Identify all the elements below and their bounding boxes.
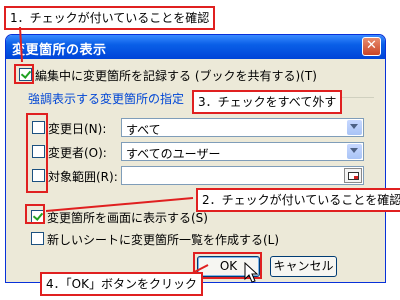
new-sheet-label[interactable]: 新しいシートに変更箇所一覧を作成する(L) [47, 231, 279, 248]
who-select-value: すべてのユーザー [126, 147, 221, 161]
chevron-down-icon[interactable] [347, 144, 362, 159]
change-tracking-dialog: 変更箇所の表示 ✕ 編集中に変更箇所を記録する (ブックを共有する)(T) 強調… [5, 34, 386, 283]
close-icon: ✕ [366, 38, 377, 53]
dialog-title: 変更箇所の表示 [12, 43, 107, 58]
mouse-cursor-icon [244, 262, 259, 283]
close-button[interactable]: ✕ [362, 37, 381, 56]
new-sheet-checkbox[interactable] [31, 232, 44, 245]
range-select-icon[interactable] [344, 168, 362, 183]
chevron-down-icon[interactable] [347, 120, 362, 135]
record-changes-label[interactable]: 編集中に変更箇所を記録する (ブックを共有する)(T) [35, 67, 317, 84]
step4-callout: 4．「OK」ボタンをクリック [40, 272, 203, 296]
when-select-value: すべて [126, 123, 161, 137]
who-label[interactable]: 変更者(O): [48, 144, 107, 161]
step3-callout: 3．チェックをすべて外す [192, 90, 343, 114]
when-select[interactable]: すべて [121, 118, 364, 137]
step2-callout: 2．チェックが付いていることを確認 [196, 188, 400, 212]
where-range-input[interactable] [121, 166, 364, 185]
step1-callout: 1．チェックが付いていることを確認 [4, 6, 216, 30]
show-on-screen-label[interactable]: 変更箇所を画面に表示する(S) [47, 209, 208, 226]
who-select[interactable]: すべてのユーザー [121, 142, 364, 161]
cancel-button[interactable]: キャンセル [270, 256, 337, 277]
step1-highlight [14, 64, 34, 84]
highlight-group-title: 強調表示する変更箇所の指定 [28, 92, 185, 106]
step2-highlight [25, 204, 45, 224]
where-label[interactable]: 対象範囲(R): [48, 168, 118, 185]
title-bar[interactable]: 変更箇所の表示 ✕ [6, 35, 385, 59]
when-label[interactable]: 変更日(N): [48, 120, 106, 137]
step3-highlight [26, 113, 48, 193]
